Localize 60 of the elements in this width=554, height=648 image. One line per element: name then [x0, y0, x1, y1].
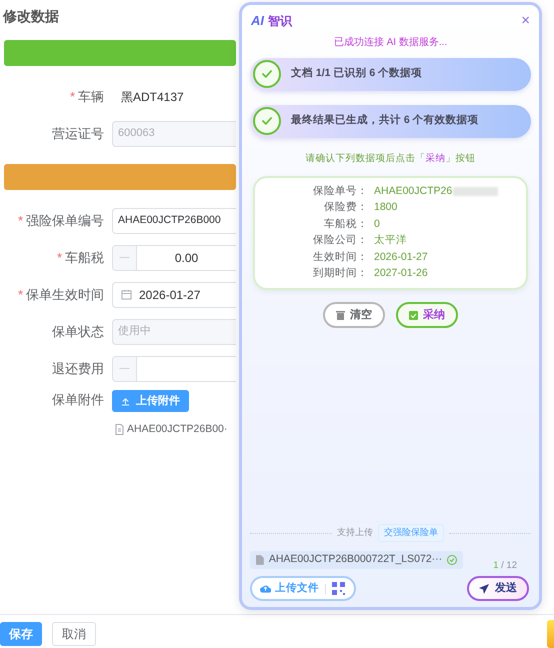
result-label: 保险公司：: [312, 233, 368, 248]
result-label: 保险单号：: [312, 184, 368, 199]
accept-button[interactable]: 采纳: [396, 302, 458, 328]
field-label: 车船税: [65, 248, 104, 267]
result-label: 保险费：: [323, 200, 368, 216]
attachment-link[interactable]: AHAE00JCTP26B00·: [112, 422, 228, 438]
cancel-button[interactable]: 取消: [52, 622, 96, 646]
field-label: 营运证号: [52, 124, 104, 143]
result-label: 生效时间：: [312, 250, 368, 265]
field-label: 保单附件: [52, 391, 104, 409]
input-field[interactable]: AHAE00JCTP26B000: [112, 208, 236, 234]
required-mark: *: [70, 88, 75, 106]
upload-button[interactable]: 上传附件: [112, 390, 189, 412]
required-mark: *: [56, 248, 62, 267]
result-value: 2027-01-26: [373, 266, 428, 282]
upload-icon: [121, 396, 130, 406]
file-counter: 1 / 12: [493, 558, 517, 573]
field-label: 保单生效时间: [26, 286, 104, 304]
check-icon: [260, 114, 274, 128]
page-title: 修改数据: [2, 7, 60, 26]
send-button[interactable]: 发送: [467, 576, 529, 601]
result-value: 1800: [373, 200, 398, 216]
result-value: AHAE00JCTP26: [373, 184, 452, 199]
result-value: 0: [373, 216, 380, 232]
result-value: 太平洋: [373, 233, 407, 248]
confirm-hint: 请确认下列数据项后点击「采纳」按钮: [304, 152, 476, 166]
file-icon: [256, 554, 264, 565]
date-field[interactable]: 2026-01-27: [112, 282, 236, 308]
document-type-tag: 交强险保险单: [378, 524, 444, 542]
check-icon: [260, 67, 274, 81]
status-text: 文档 1/1 已识别 6 个数据项: [291, 66, 422, 82]
attachment-chip[interactable]: AHAE00JCTP26B000722T_LS072···: [250, 550, 463, 569]
save-button[interactable]: 保存: [0, 622, 42, 646]
clear-button[interactable]: 清空: [323, 302, 385, 328]
required-mark: *: [18, 286, 23, 304]
result-label: 车船税：: [323, 216, 368, 232]
calendar-icon: [121, 289, 132, 300]
file-icon: [115, 424, 124, 436]
send-icon: [479, 584, 489, 594]
side-tab[interactable]: [547, 620, 554, 648]
required-mark: *: [18, 212, 23, 230]
cloud-upload-icon: [260, 584, 271, 593]
upload-file-button[interactable]: 上传文件: [260, 580, 319, 596]
result-value: 2026-01-27: [373, 250, 428, 265]
field-label: 保单状态: [52, 322, 104, 341]
field-label: 强险保单编号: [26, 212, 104, 230]
qr-code-icon[interactable]: [332, 582, 345, 595]
field-label: 车辆: [78, 88, 104, 106]
clipboard-check-icon: [409, 310, 418, 320]
ai-logo: AI: [251, 12, 264, 30]
vehicle-value: 黑ADT4137: [120, 88, 184, 106]
result-label: 到期时间：: [312, 266, 368, 282]
attachment-name: AHAE00JCTP26B000722T_LS072···: [268, 552, 442, 567]
panel-title: 智识: [268, 12, 292, 30]
support-label: 支持上传: [337, 526, 373, 540]
connection-status: 已成功连接 AI 数据服务...: [332, 36, 448, 50]
field-label: 退还费用: [52, 360, 104, 378]
close-button[interactable]: ×: [521, 13, 530, 28]
trash-icon: [336, 310, 345, 320]
status-text: 最终结果已生成，共计 6 个有效数据项: [291, 113, 479, 128]
